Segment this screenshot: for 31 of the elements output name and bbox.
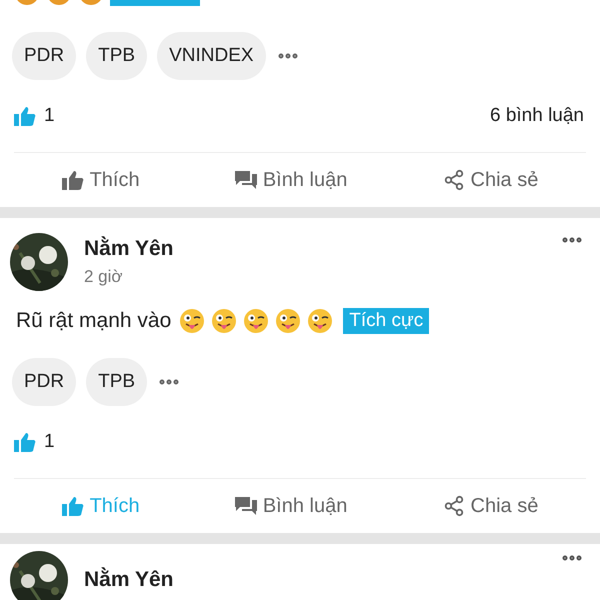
stock-tag[interactable]: VNINDEX [157, 32, 266, 80]
share-button[interactable]: Chia sẻ [436, 490, 544, 522]
winking-tongue-emoji-icon [275, 308, 302, 334]
stock-tag[interactable]: PDR [12, 32, 76, 80]
stock-tag[interactable]: PDR [12, 358, 76, 406]
winking-tongue-emoji-icon [243, 308, 270, 334]
post-text: Rũ rật mạnh vào [16, 309, 172, 333]
stock-tag[interactable]: TPB [86, 358, 148, 406]
comment-button[interactable]: Bình luận [228, 490, 354, 522]
author-name[interactable]: Nằm Yên [84, 568, 544, 592]
comment-icon [234, 170, 257, 190]
post-time: 2 giờ [84, 267, 124, 287]
like-icon [14, 106, 36, 126]
like-icon [14, 432, 36, 452]
winking-tongue-emoji-icon [179, 308, 206, 334]
share-icon [442, 495, 465, 517]
share-icon [442, 169, 465, 191]
share-button[interactable]: Chia sẻ [436, 164, 544, 196]
like-count: 1 [44, 431, 55, 453]
stock-tag[interactable]: TPB [86, 32, 148, 80]
like-icon [62, 496, 84, 516]
comment-icon [234, 496, 257, 516]
author-name[interactable]: Nằm Yên [84, 237, 544, 261]
comment-count[interactable]: 6 bình luận [490, 105, 584, 127]
sentiment-badge: Tích cực [343, 308, 430, 334]
winking-tongue-emoji-icon [307, 308, 334, 334]
comment-button[interactable]: Bình luận [228, 164, 354, 196]
like-icon [62, 170, 84, 190]
winking-tongue-emoji-icon [211, 308, 238, 334]
like-button[interactable]: Thích [56, 164, 146, 196]
like-count: 1 [44, 105, 55, 127]
